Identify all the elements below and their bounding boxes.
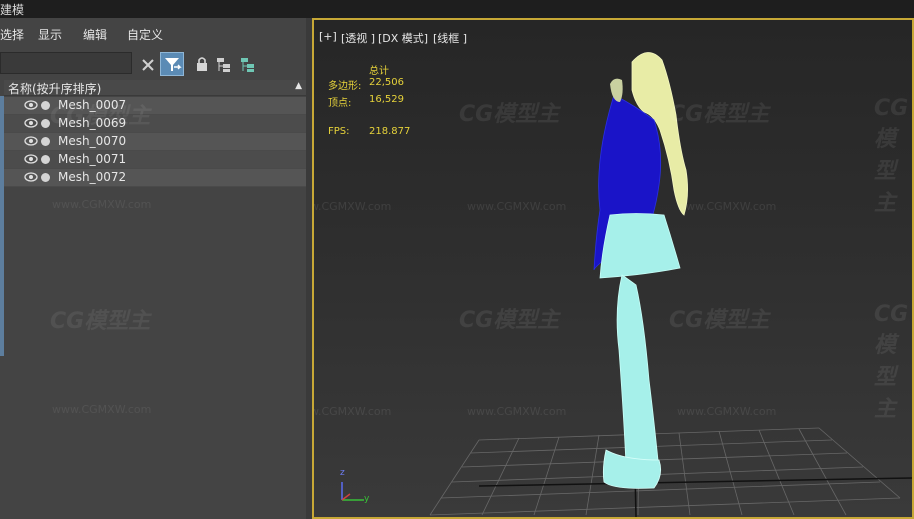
watermark-url: www.CGMXW.com xyxy=(677,405,777,418)
eye-icon[interactable] xyxy=(24,136,38,146)
watermark-url: www.CGMXW.com xyxy=(52,198,152,211)
watermark-url: www.CGMXW.com xyxy=(52,403,152,416)
render-toggle-icon[interactable] xyxy=(41,101,50,110)
render-toggle-icon[interactable] xyxy=(41,119,50,128)
eye-icon[interactable] xyxy=(24,154,38,164)
render-toggle-icon[interactable] xyxy=(41,137,50,146)
clear-search-button[interactable] xyxy=(136,52,160,76)
render-toggle-icon[interactable] xyxy=(41,173,50,182)
explorer-toolbar xyxy=(0,48,310,80)
object-name: Mesh_0071 xyxy=(58,152,127,166)
axis-gizmo xyxy=(341,482,364,501)
search-input[interactable] xyxy=(0,52,132,74)
watermark-url: www.CGMXW.com xyxy=(467,200,567,213)
watermark-logo: CG模型主 xyxy=(50,104,151,129)
object-name: Mesh_0070 xyxy=(58,134,127,148)
axis-z-label: z xyxy=(340,468,345,478)
viewport-scene xyxy=(341,52,912,517)
axis-y-label: y xyxy=(364,494,370,504)
watermark-url: www.CGMXW.com xyxy=(314,405,392,418)
layer-hierarchy-button[interactable] xyxy=(236,52,260,76)
watermark-url: www.CGMXW.com xyxy=(677,200,777,213)
object-name: Mesh_0072 xyxy=(58,170,127,184)
eye-icon[interactable] xyxy=(24,100,38,110)
watermark-logo: CG模型主 xyxy=(874,302,909,422)
name-column-header[interactable]: 名称(按升序排序) ▲ xyxy=(4,80,306,96)
floor-grid xyxy=(429,427,901,516)
menu-customize[interactable]: 自定义 xyxy=(127,26,163,43)
watermark-url: www.CGMXW.com xyxy=(314,200,392,213)
hierarchy-icon xyxy=(217,58,230,72)
window-title: 建模 xyxy=(0,3,25,17)
eye-icon[interactable] xyxy=(24,172,38,182)
menu-display[interactable]: 显示 xyxy=(38,26,62,43)
eye-icon[interactable] xyxy=(24,118,38,128)
watermark-logo: CG模型主 xyxy=(459,102,560,127)
perspective-viewport[interactable]: [+] [透视 ] [DX 模式] [线框 ] 总计 多边形: 22,506 顶… xyxy=(312,18,914,519)
watermark-logo: CG模型主 xyxy=(874,96,909,216)
list-item[interactable]: Mesh_0072 xyxy=(4,169,306,187)
menu-bar: 选择 显示 编辑 自定义 xyxy=(0,18,310,48)
close-icon xyxy=(142,59,154,71)
watermark-logo: CG模型主 xyxy=(669,102,770,127)
grid-axis-x xyxy=(478,477,912,487)
render-toggle-icon[interactable] xyxy=(41,155,50,164)
list-item[interactable]: Mesh_0071 xyxy=(4,151,306,169)
layers-icon xyxy=(241,58,254,72)
title-bar: 建模 xyxy=(0,0,914,18)
hierarchy-button[interactable] xyxy=(212,52,236,76)
menu-select[interactable]: 选择 xyxy=(0,26,24,43)
list-item[interactable]: Mesh_0070 xyxy=(4,133,306,151)
filter-icon xyxy=(165,58,182,71)
lock-icon xyxy=(197,57,207,71)
lock-button[interactable] xyxy=(190,52,214,76)
watermark-url: www.CGMXW.com xyxy=(467,405,567,418)
menu-edit[interactable]: 编辑 xyxy=(83,26,107,43)
watermark-logo: CG模型主 xyxy=(459,308,560,333)
sort-ascending-icon: ▲ xyxy=(295,81,302,91)
column-header-label: 名称(按升序排序) xyxy=(8,82,102,96)
watermark-logo: CG模型主 xyxy=(50,309,151,334)
watermark-logo: CG模型主 xyxy=(669,308,770,333)
filter-toggle-button[interactable] xyxy=(160,52,184,76)
